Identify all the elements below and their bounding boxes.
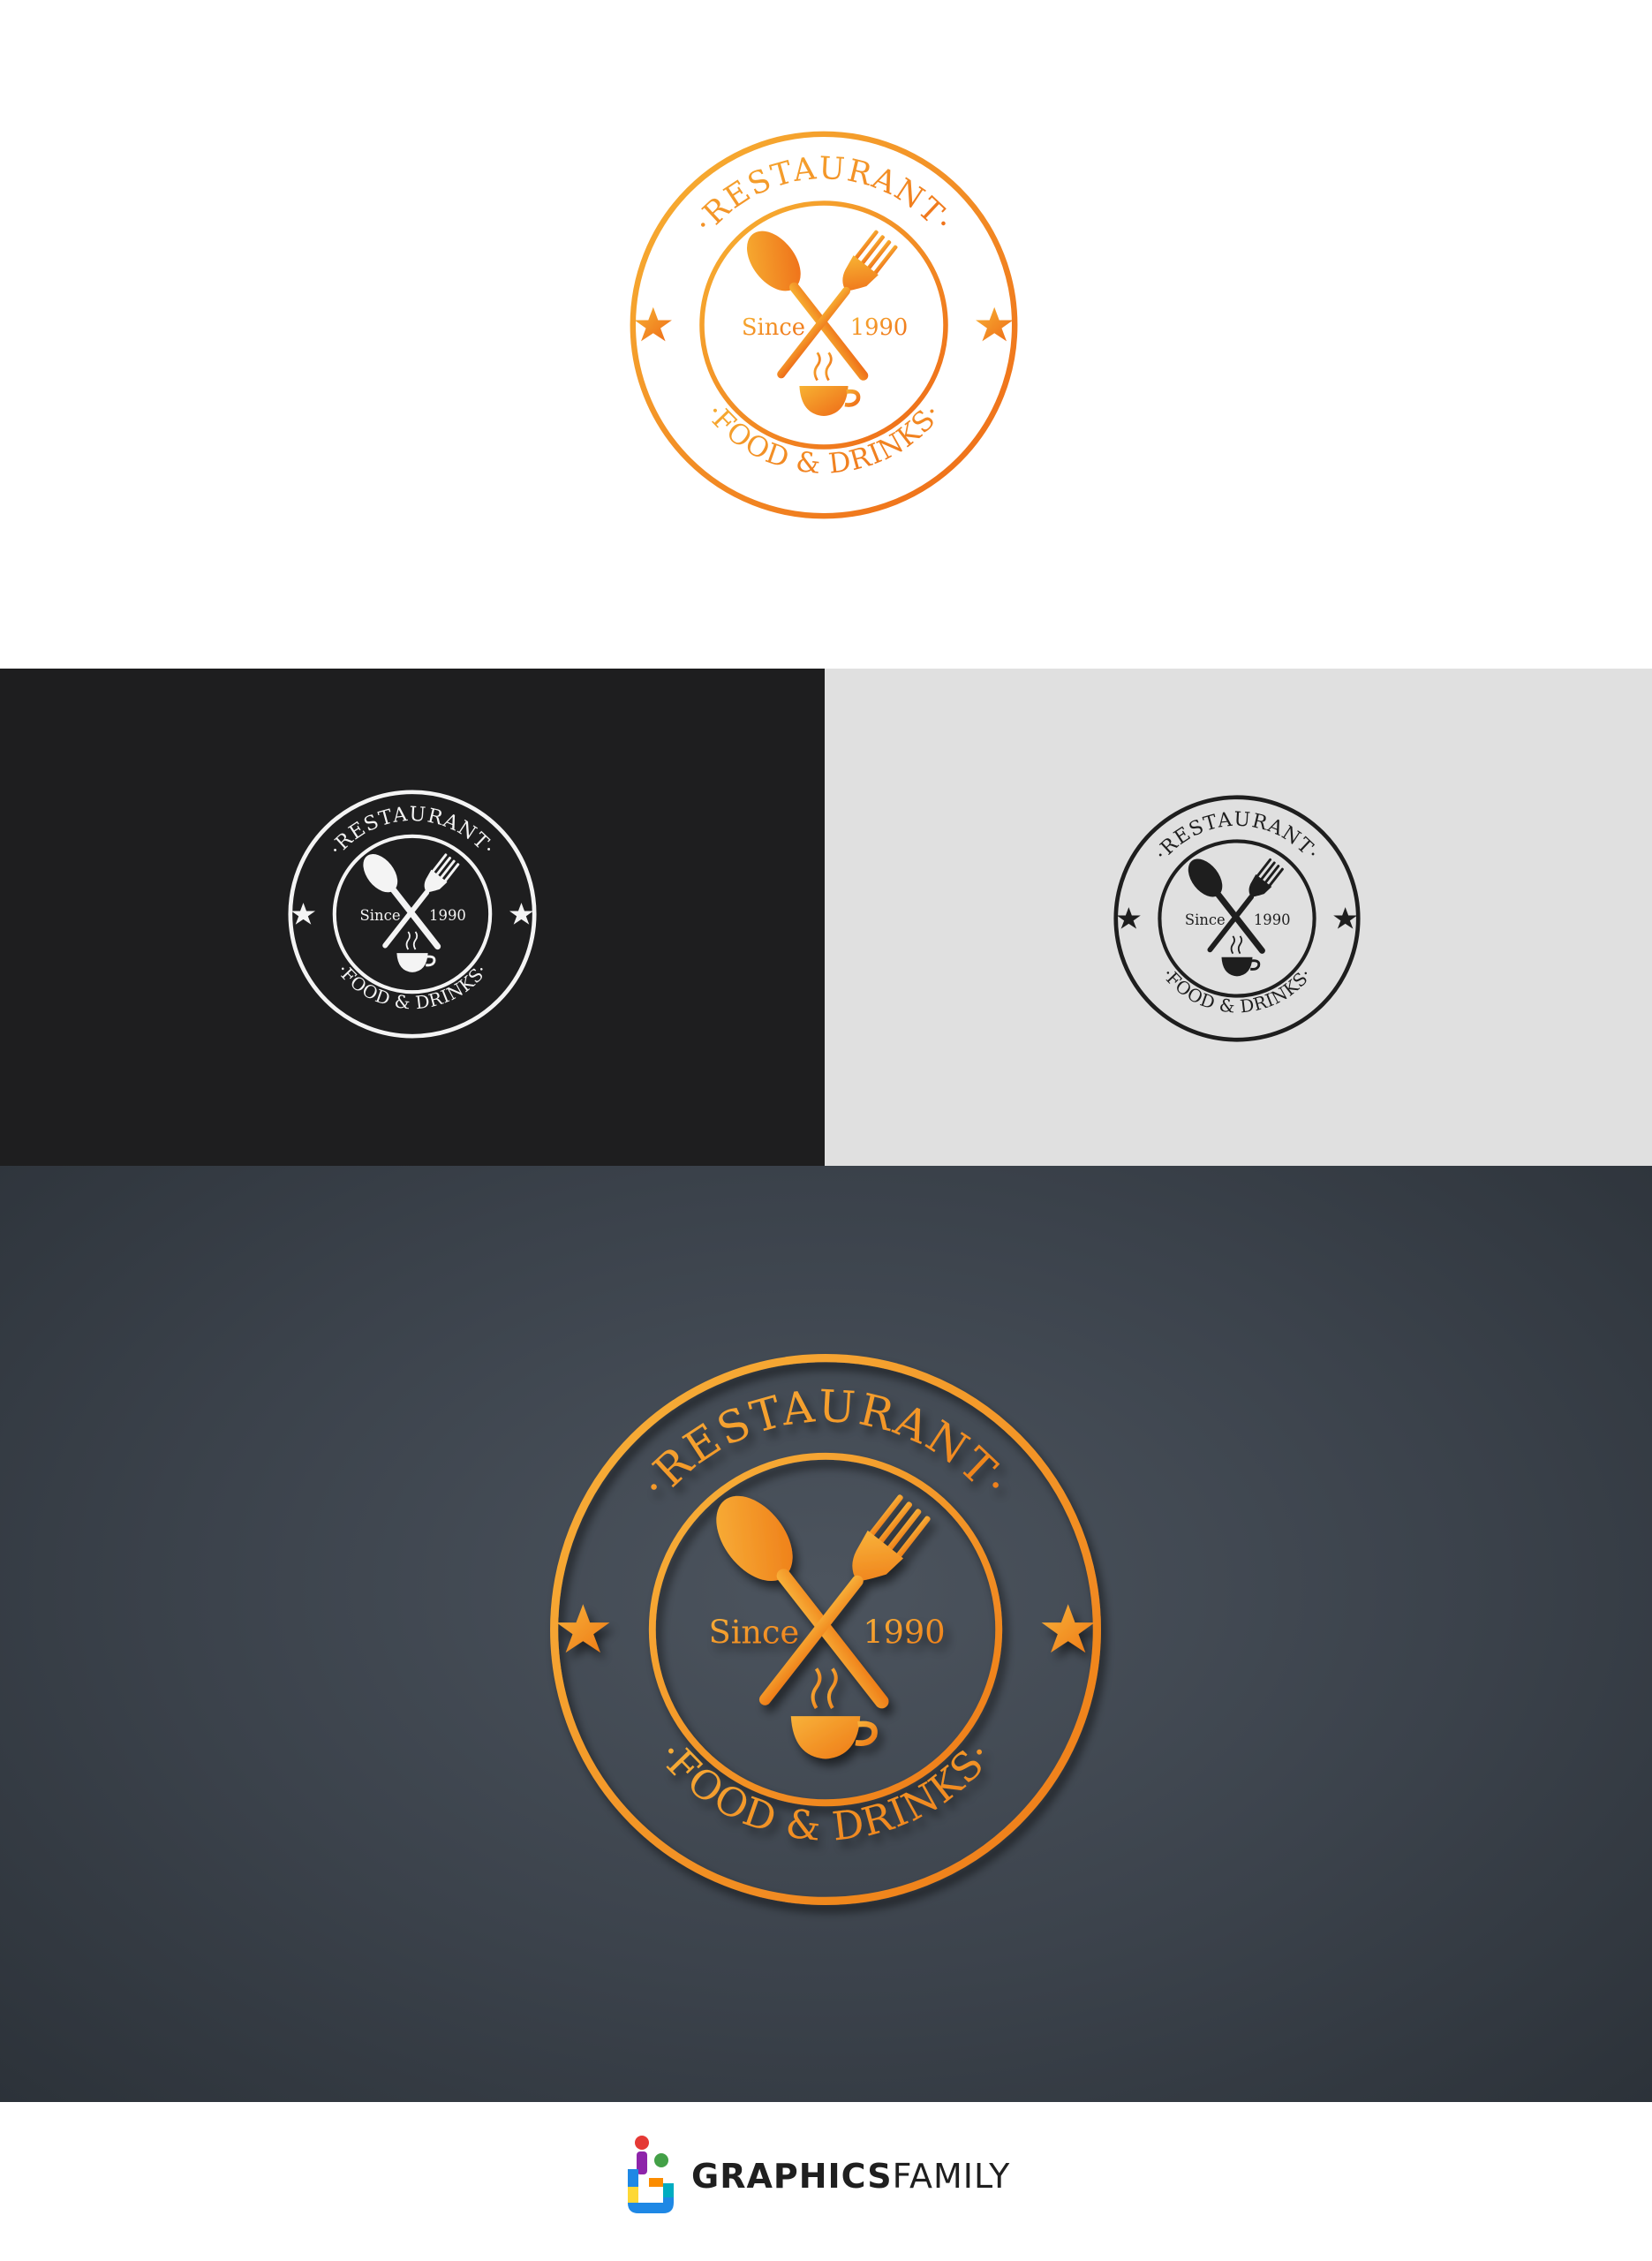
logo-badge-graphic: ·RESTAURANT· ·FOOD & DRINKS· Since 1990 — [288, 790, 537, 1039]
spoon-icon — [747, 231, 869, 381]
year-label: 1990 — [1254, 911, 1291, 928]
light-panel: ·RESTAURANT· ·FOOD & DRINKS· Since 1990 — [825, 669, 1652, 1166]
logo-badge-black: ·RESTAURANT· ·FOOD & DRINKS· Since 1990 — [1108, 790, 1366, 1047]
badge-top-text: ·RESTAURANT· — [1150, 808, 1324, 866]
graphicsfamily-brand: GRAPHICSFAMILY — [622, 2132, 1010, 2220]
year-label: 1990 — [863, 1614, 945, 1652]
year-label: 1990 — [429, 907, 466, 924]
star-icon — [634, 306, 672, 342]
star-icon — [1333, 907, 1358, 929]
dark-panel: ·RESTAURANT· ·FOOD & DRINKS· Since 1990 — [0, 669, 825, 1166]
badge-top-text: ·RESTAURANT· — [687, 151, 959, 240]
since-label: Since — [1185, 911, 1226, 928]
star-icon — [290, 903, 316, 925]
star-icon — [1041, 1604, 1095, 1653]
brand-bold: GRAPHICS — [691, 2157, 893, 2196]
logo-badge-white: ·RESTAURANT· ·FOOD & DRINKS· Since 1990 — [283, 784, 542, 1044]
graphicsfamily-logo-icon — [622, 2134, 679, 2219]
brand-wordmark: GRAPHICSFAMILY — [691, 2157, 1010, 2196]
mockup-panel: ·RESTAURANT· ·FOOD & DRINKS· Since 1990 — [0, 1166, 1652, 2102]
spoon-icon — [716, 1495, 889, 1709]
svg-text:·RESTAURANT·: ·RESTAURANT· — [687, 151, 960, 240]
since-label: Since — [742, 314, 805, 341]
logo-badge-graphic: ·RESTAURANT· ·FOOD & DRINKS· Since 1990 — [630, 131, 1018, 519]
hero-panel: ·RESTAURANT· ·FOOD & DRINKS· Since 1990 — [0, 0, 1652, 669]
logo-badge-graphic: ·RESTAURANT· ·FOOD & DRINKS· Since 1990 — [550, 1354, 1101, 1905]
logo-badge-3d: ·RESTAURANT· ·FOOD & DRINKS· Since 1990 — [537, 1341, 1114, 1918]
since-label: Since — [359, 907, 400, 924]
star-icon — [1116, 907, 1141, 929]
spoon-icon — [1188, 858, 1265, 954]
star-icon — [509, 903, 534, 925]
star-icon — [556, 1604, 610, 1653]
logo-badge-graphic: ·RESTAURANT· ·FOOD & DRINKS· Since 1990 — [1113, 795, 1361, 1042]
logo-badge-orange: ·RESTAURANT· ·FOOD & DRINKS· Since 1990 — [621, 122, 1027, 528]
since-label: Since — [709, 1614, 800, 1652]
spoon-icon — [363, 854, 441, 950]
year-label: 1990 — [850, 314, 909, 341]
star-icon — [976, 306, 1014, 342]
brand-thin: FAMILY — [892, 2157, 1011, 2196]
svg-text:·RESTAURANT·: ·RESTAURANT· — [1150, 808, 1324, 866]
badge-top-text: ·RESTAURANT· — [325, 803, 499, 860]
svg-text:·RESTAURANT·: ·RESTAURANT· — [325, 803, 500, 860]
